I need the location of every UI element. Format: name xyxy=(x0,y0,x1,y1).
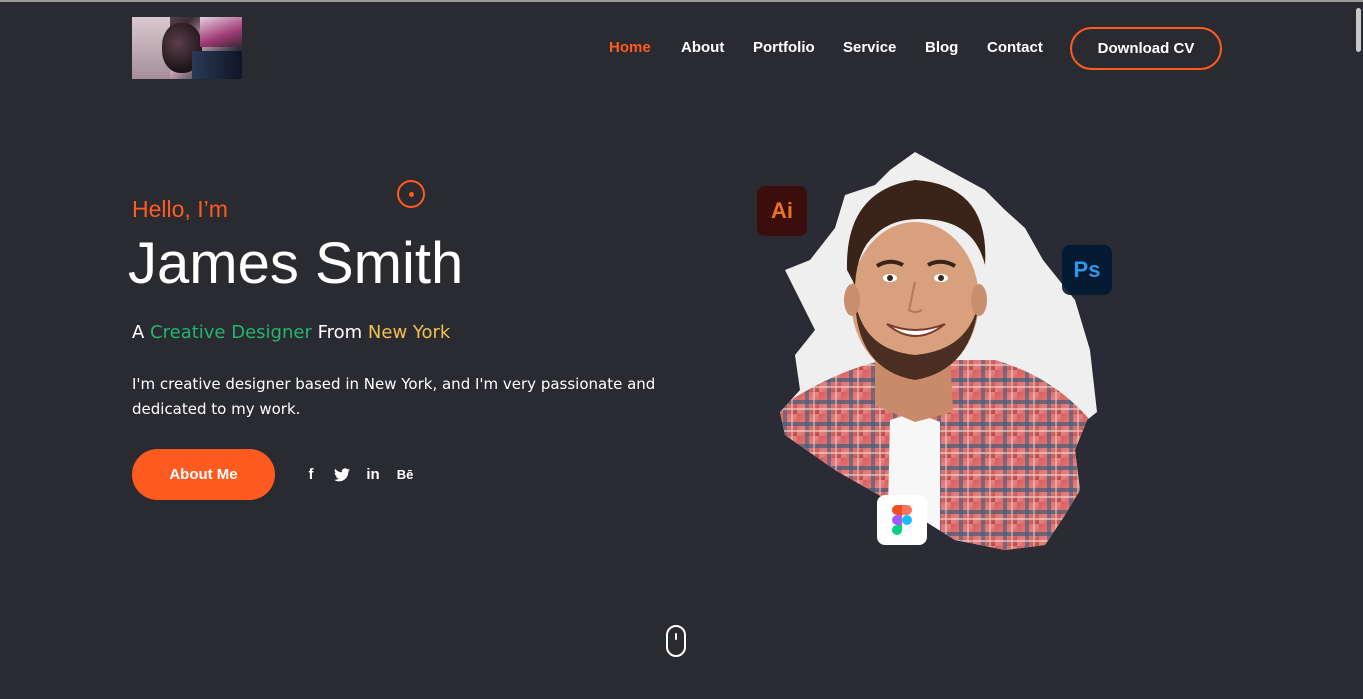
download-cv-button[interactable]: Download CV xyxy=(1070,27,1222,70)
tagline-role: Creative Designer xyxy=(150,322,312,343)
nav-about[interactable]: About xyxy=(681,39,724,56)
photoshop-badge: Ps xyxy=(1062,245,1112,295)
figma-icon xyxy=(877,495,927,545)
facebook-icon[interactable]: f xyxy=(300,465,322,485)
illustrator-badge: Ai xyxy=(757,186,807,236)
tagline-middle: From xyxy=(311,322,368,343)
nav-service[interactable]: Service xyxy=(843,39,896,56)
scrollbar-thumb[interactable] xyxy=(1356,8,1361,52)
about-me-button[interactable]: About Me xyxy=(132,449,275,500)
hero-greeting: Hello, I’m xyxy=(132,196,228,222)
hero-tagline: A Creative Designer From New York xyxy=(132,322,450,343)
nav-contact[interactable]: Contact xyxy=(987,39,1043,56)
hero-name: James Smith xyxy=(128,231,464,296)
behance-icon[interactable]: Bē xyxy=(394,465,416,485)
scroll-down-mouse-icon[interactable] xyxy=(666,625,686,657)
twitter-icon[interactable] xyxy=(331,465,353,488)
hero-description: I'm creative designer based in New York,… xyxy=(132,375,656,418)
portrait-image xyxy=(780,152,1097,550)
page-scrollbar[interactable] xyxy=(1354,2,1363,699)
linkedin-icon[interactable]: in xyxy=(362,465,384,485)
tagline-prefix: A xyxy=(132,322,151,343)
logo-image[interactable] xyxy=(132,17,242,79)
decorative-ring xyxy=(397,180,425,208)
page: Home About Portfolio Service Blog Contac… xyxy=(0,0,1363,699)
nav-home[interactable]: Home xyxy=(609,39,651,56)
nav-portfolio[interactable]: Portfolio xyxy=(753,39,815,56)
nav-blog[interactable]: Blog xyxy=(925,39,958,56)
tagline-city: New York xyxy=(367,322,451,343)
